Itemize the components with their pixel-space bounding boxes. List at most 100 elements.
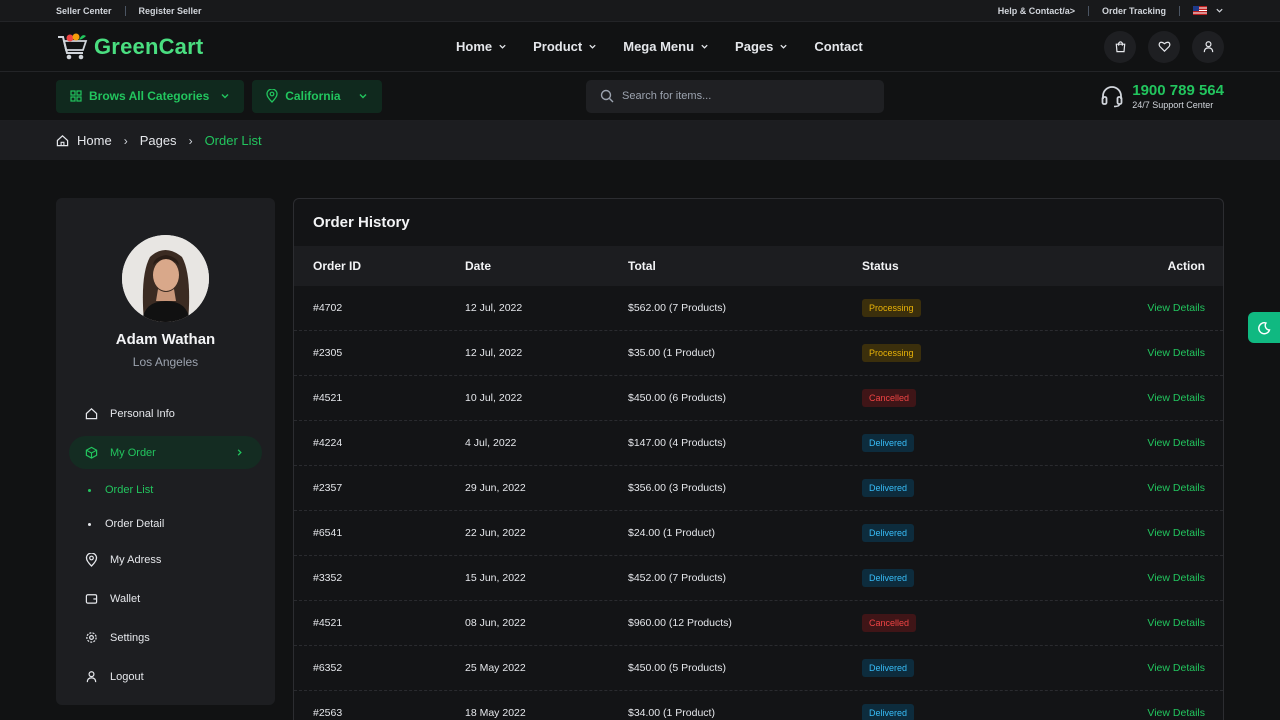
view-details-link[interactable]: View Details (1147, 302, 1205, 314)
nav-product[interactable]: Product (533, 39, 597, 54)
chevron-down-icon (499, 44, 506, 49)
location-select[interactable]: California (252, 79, 382, 113)
view-details-link[interactable]: View Details (1147, 437, 1205, 449)
search-input[interactable] (622, 90, 862, 102)
grid-icon (70, 90, 82, 102)
breadcrumb-pages[interactable]: Pages (140, 133, 177, 148)
divider (1179, 5, 1180, 16)
user-icon (86, 671, 97, 683)
menu-personal-info[interactable]: Personal Info (69, 397, 262, 430)
logo[interactable]: GreenCart (56, 32, 203, 62)
chevron-down-icon[interactable] (1215, 6, 1224, 15)
menu-my-address[interactable]: My Adress (69, 543, 262, 576)
card-title: Order History (313, 214, 410, 231)
view-details-link[interactable]: View Details (1147, 392, 1205, 404)
menu-settings[interactable]: Settings (69, 621, 262, 654)
nav-mega-menu[interactable]: Mega Menu (623, 39, 709, 54)
order-total: $562.00 (7 Products) (628, 302, 727, 314)
menu-wallet[interactable]: Wallet (69, 582, 262, 615)
table-row: #4224 4 Jul, 2022 $147.00 (4 Products) Deli… (294, 421, 1223, 466)
status-badge: Delivered (862, 524, 915, 542)
order-id: #4521 (313, 617, 343, 629)
nav-contact[interactable]: Contact (814, 39, 862, 54)
logo-text-cart: Cart (158, 33, 204, 59)
order-date: 4 Jul, 2022 (465, 437, 517, 449)
view-details-link[interactable]: View Details (1147, 617, 1205, 629)
nav-label: Mega Menu (623, 39, 695, 54)
location-pin-icon (85, 552, 98, 567)
nav-pages[interactable]: Pages (735, 39, 788, 54)
main-header: GreenCart Home Product Mega Menu Pages C… (0, 22, 1280, 72)
breadcrumb-home[interactable]: Home (77, 133, 112, 148)
status-badge: Delivered (862, 434, 915, 452)
chevron-right-icon: › (188, 133, 193, 148)
order-date: 12 Jul, 2022 (465, 347, 523, 359)
headset-icon (1101, 86, 1123, 108)
us-flag-icon[interactable] (1193, 6, 1207, 15)
order-id: #4521 (313, 392, 343, 404)
order-total: $450.00 (6 Products) (628, 392, 727, 404)
chevron-down-icon (780, 44, 788, 49)
help-contact-link[interactable]: Help & Contact/a> (998, 6, 1075, 16)
account-sidebar: Adam Wathan Los Angeles Personal Info My… (56, 198, 275, 705)
order-id: #3352 (313, 572, 343, 584)
bullet (88, 522, 91, 526)
order-total: $35.00 (1 Product) (628, 347, 715, 359)
register-seller-link[interactable]: Register Seller (139, 6, 202, 16)
view-details-link[interactable]: View Details (1147, 482, 1205, 494)
wallet-icon (85, 594, 98, 604)
status-badge: Delivered (862, 479, 915, 497)
account-button[interactable] (1192, 30, 1224, 63)
order-date: 22 Jun, 2022 (465, 527, 526, 539)
nav-home[interactable]: Home (456, 39, 507, 54)
status-badge: Cancelled (862, 614, 917, 632)
seller-center-link[interactable]: Seller Center (56, 6, 112, 16)
order-date: 25 May 2022 (465, 662, 526, 674)
cart-button[interactable] (1104, 30, 1136, 63)
order-date: 29 Jun, 2022 (465, 482, 526, 494)
table-row: #2305 12 Jul, 2022 $35.00 (1 Product) Proce… (294, 331, 1223, 376)
table-row: #6352 25 May 2022 $450.00 (5 Products) Deli… (294, 646, 1223, 691)
wishlist-button[interactable] (1148, 30, 1180, 63)
menu-logout[interactable]: Logout (69, 660, 262, 693)
menu-label: Settings (110, 631, 150, 644)
support-phone[interactable]: 1900 789 564 (1132, 82, 1224, 99)
view-details-link[interactable]: View Details (1147, 527, 1205, 539)
order-id: #4224 (313, 437, 343, 449)
order-total: $450.00 (5 Products) (628, 662, 727, 674)
order-total: $147.00 (4 Products) (628, 437, 727, 449)
menu-order-detail[interactable]: Order Detail (88, 518, 164, 530)
status-badge: Processing (862, 344, 921, 362)
divider (1087, 5, 1089, 16)
theme-toggle-button[interactable] (1248, 312, 1280, 343)
view-details-link[interactable]: View Details (1147, 662, 1205, 674)
browse-categories-button[interactable]: Brows All Categories (56, 79, 245, 113)
menu-order-list[interactable]: Order List (88, 484, 153, 496)
column-header: Total (628, 259, 656, 273)
menu-my-order[interactable]: My Order (69, 436, 262, 469)
nav-label: Pages (735, 39, 774, 54)
table-row: #4702 12 Jul, 2022 $562.00 (7 Products) Pro… (294, 286, 1223, 331)
order-date: 18 May 2022 (465, 707, 526, 719)
order-date: 08 Jun, 2022 (465, 617, 526, 629)
menu-label: Wallet (110, 592, 141, 605)
order-id: #4702 (313, 302, 343, 314)
order-total: $452.00 (7 Products) (628, 572, 727, 584)
order-tracking-link[interactable]: Order Tracking (1102, 6, 1166, 16)
heart-icon (1158, 41, 1170, 52)
view-details-link[interactable]: View Details (1147, 707, 1205, 719)
table-header: Order ID Date Total Status Action (294, 246, 1223, 286)
home-icon (85, 408, 98, 420)
menu-label: Personal Info (110, 407, 175, 420)
order-id: #2305 (313, 347, 343, 359)
view-details-link[interactable]: View Details (1147, 572, 1205, 584)
view-details-link[interactable]: View Details (1147, 347, 1205, 359)
chevron-down-icon (701, 44, 708, 49)
nav-label: Product (533, 39, 583, 54)
order-id: #2357 (313, 482, 343, 494)
chevron-down-icon (221, 94, 229, 99)
top-bar: Seller Center Register Seller Help & Con… (0, 0, 1280, 22)
status-badge: Delivered (862, 704, 915, 720)
table-row: #3352 15 Jun, 2022 $452.00 (7 Products) Del… (294, 556, 1223, 601)
table-row: #2357 29 Jun, 2022 $356.00 (3 Products) Del… (294, 466, 1223, 511)
